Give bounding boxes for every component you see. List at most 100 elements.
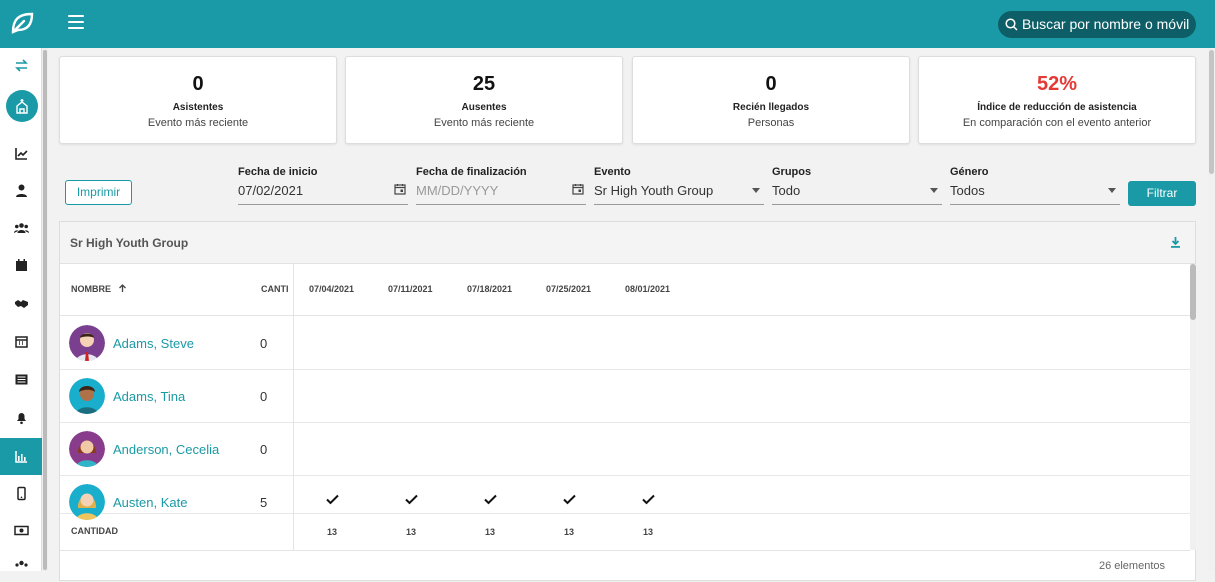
table-row[interactable]: Adams, Tina 0	[60, 370, 1190, 423]
mobile-icon[interactable]	[0, 476, 42, 510]
start-date-field[interactable]: Fecha de inicio 07/02/2021	[238, 166, 408, 206]
table-footer: CANTIDAD 13 13 13 13 13	[60, 513, 1190, 551]
start-date-value: 07/02/2021	[238, 183, 304, 198]
col-name-label: NOMBRE	[71, 284, 111, 294]
footer-value: 13	[406, 527, 417, 537]
check-icon	[563, 494, 576, 505]
sort-arrow-up-icon[interactable]	[118, 284, 127, 293]
groups-label: Grupos	[772, 166, 812, 178]
group-icon[interactable]	[0, 548, 42, 582]
col-name-header[interactable]: NOMBRE	[71, 284, 127, 294]
end-date-field[interactable]: Fecha de finalización MM/DD/YYYY	[416, 166, 586, 206]
bell-icon[interactable]	[0, 400, 42, 434]
attendance-panel: Sr High Youth Group NOMBRE CANTI 07/04/2…	[59, 221, 1196, 581]
stat-value: 0	[192, 73, 204, 95]
col-date-header[interactable]: 07/18/2021	[467, 284, 512, 294]
search-input[interactable]: Buscar por nombre o móvil	[998, 11, 1196, 38]
stat-card-absent: 25 Ausentes Evento más reciente	[345, 56, 623, 144]
col-date-header[interactable]: 08/01/2021	[625, 284, 670, 294]
person-count: 0	[260, 442, 268, 457]
stat-card-reduction: 52% Índice de reducción de asistencia En…	[918, 56, 1196, 144]
page-scrollbar[interactable]	[1208, 48, 1215, 571]
panel-header: Sr High Youth Group	[60, 222, 1195, 264]
swap-icon[interactable]	[0, 48, 42, 82]
footer-value: 13	[564, 527, 575, 537]
filter-button[interactable]: Filtrar	[1128, 181, 1196, 206]
calendar-icon[interactable]	[394, 183, 406, 195]
person-count: 5	[260, 495, 268, 510]
person-count: 0	[260, 389, 268, 404]
footer-value: 13	[327, 527, 338, 537]
check-icon	[484, 494, 497, 505]
sidebar-scrollbar[interactable]	[42, 48, 48, 571]
gender-value-box[interactable]: Todos	[950, 183, 1120, 205]
avatar	[69, 431, 105, 467]
logo-icon[interactable]	[10, 10, 36, 36]
check-icon	[326, 494, 339, 505]
groups-value: Todo	[772, 183, 801, 198]
stat-label: Ausentes	[461, 102, 507, 113]
table-row[interactable]: Anderson, Cecelia 0	[60, 423, 1190, 476]
person-name-link[interactable]: Adams, Tina	[113, 389, 185, 404]
col-count-header[interactable]: CANTI	[261, 284, 289, 294]
stat-card-newcomers: 0 Recién llegados Personas	[632, 56, 910, 144]
event-select[interactable]: Evento Sr High Youth Group	[594, 166, 764, 206]
search-icon	[1005, 18, 1018, 31]
menu-icon[interactable]	[68, 15, 84, 31]
chart-line-icon[interactable]	[0, 136, 42, 170]
stat-sub: Personas	[747, 117, 795, 129]
calendar-icon[interactable]	[0, 248, 42, 282]
church-icon[interactable]	[6, 90, 38, 122]
chevron-down-icon	[752, 188, 760, 193]
stat-sub: En comparación con el evento anterior	[962, 117, 1152, 129]
calendar-icon[interactable]	[572, 183, 584, 195]
check-icon	[405, 494, 418, 505]
event-value-box[interactable]: Sr High Youth Group	[594, 183, 764, 205]
footer-value: 13	[485, 527, 496, 537]
stat-value: 52%	[1036, 73, 1078, 95]
end-date-input[interactable]: MM/DD/YYYY	[416, 183, 586, 205]
total-elements: 26 elementos	[1098, 560, 1165, 572]
stat-sub: Evento más reciente	[147, 117, 249, 129]
gender-select[interactable]: Género Todos	[950, 166, 1120, 206]
calendar-grid-icon[interactable]	[0, 324, 42, 358]
check-icon	[642, 494, 655, 505]
col-date-header[interactable]: 07/04/2021	[309, 284, 354, 294]
start-date-label: Fecha de inicio	[238, 166, 318, 178]
stat-label: Recién llegados	[732, 102, 810, 113]
gender-label: Género	[950, 166, 989, 178]
person-count: 0	[260, 336, 268, 351]
list-icon[interactable]	[0, 362, 42, 396]
footer-label: CANTIDAD	[71, 526, 118, 536]
attendance-chart-icon[interactable]	[0, 438, 42, 475]
stat-value: 0	[765, 73, 777, 95]
handshake-icon[interactable]	[0, 286, 42, 320]
groups-value-box[interactable]: Todo	[772, 183, 942, 205]
people-icon[interactable]	[0, 211, 42, 245]
cash-icon[interactable]	[0, 513, 42, 547]
gender-value: Todos	[950, 183, 985, 198]
person-name-link[interactable]: Austen, Kate	[113, 495, 187, 510]
col-date-header[interactable]: 07/25/2021	[546, 284, 591, 294]
print-button[interactable]: Imprimir	[65, 180, 132, 205]
table-scrollbar[interactable]	[1190, 264, 1196, 550]
person-icon[interactable]	[0, 173, 42, 207]
sidebar: 2	[0, 48, 42, 571]
table-row[interactable]: Austen, Kate 5	[60, 476, 1190, 520]
person-name-link[interactable]: Anderson, Cecelia	[113, 442, 219, 457]
chevron-down-icon	[1108, 188, 1116, 193]
person-name-link[interactable]: Adams, Steve	[113, 336, 194, 351]
end-date-placeholder: MM/DD/YYYY	[416, 183, 499, 198]
top-bar: Buscar por nombre o móvil	[0, 0, 1215, 48]
stat-label: Asistentes	[172, 102, 224, 113]
download-icon[interactable]	[1170, 236, 1181, 248]
start-date-input[interactable]: 07/02/2021	[238, 183, 408, 205]
table-row[interactable]: Adams, Steve 0	[60, 317, 1190, 370]
avatar	[69, 378, 105, 414]
end-date-label: Fecha de finalización	[416, 166, 527, 178]
stat-sub: Evento más reciente	[433, 117, 535, 129]
groups-select[interactable]: Grupos Todo	[772, 166, 942, 206]
col-date-header[interactable]: 07/11/2021	[388, 284, 433, 294]
stat-value: 25	[472, 73, 496, 95]
avatar	[69, 325, 105, 361]
